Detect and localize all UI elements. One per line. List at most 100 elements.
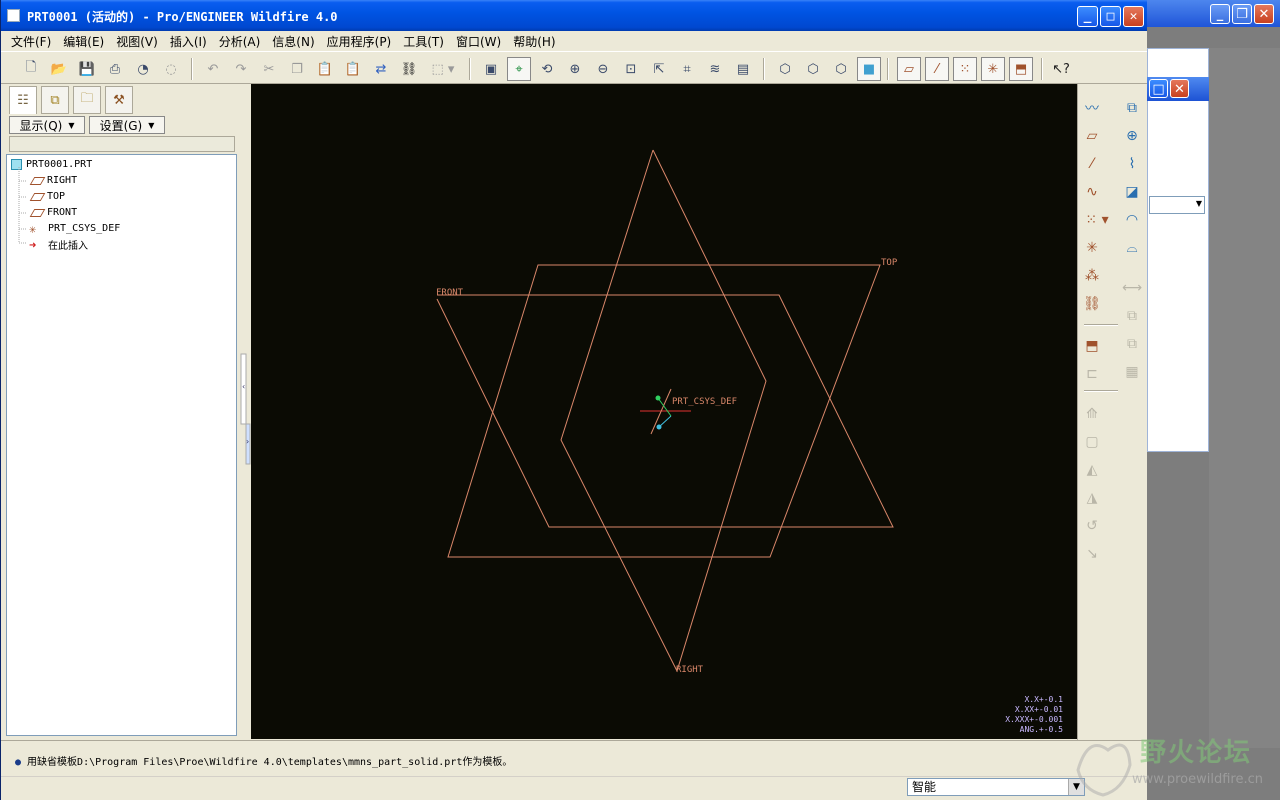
select-box-icon[interactable]: ⬚ ▾: [425, 57, 461, 81]
menu-edit[interactable]: 编辑(E): [57, 33, 110, 50]
menu-help[interactable]: 帮助(H): [507, 33, 561, 50]
app-icon: [7, 9, 20, 22]
regenerate-icon[interactable]: ⇄: [369, 57, 393, 81]
view-manager-icon[interactable]: ▤: [731, 57, 755, 81]
hidden-line-icon[interactable]: ⬡: [801, 57, 825, 81]
csys-glyph: [640, 388, 691, 435]
menu-tools[interactable]: 工具(T): [397, 33, 450, 50]
edge-chamfer-icon[interactable]: ↘: [1080, 542, 1104, 566]
menu-insert[interactable]: 插入(I): [164, 33, 213, 50]
panel-splitter[interactable]: ‹ ›: [239, 84, 251, 740]
close-button[interactable]: ✕: [1123, 6, 1144, 27]
spin-center-icon[interactable]: ⌖: [507, 57, 531, 81]
main-toolbar: 🗋 📂 💾 ⎙ ◔ ◌ ↶ ↷ ✂ ❐ 📋 📋 ⇄ ⛓ ⬚ ▾ ▣ ⌖ ⟲ ⊕ …: [1, 51, 1147, 84]
print-icon[interactable]: ⎙: [103, 57, 127, 81]
datum-axis-tool-icon[interactable]: ⁄: [1080, 152, 1104, 176]
mirror-icon[interactable]: ⟷: [1120, 276, 1144, 300]
model-tree-icon[interactable]: ☷: [9, 86, 37, 114]
datum-point-tool-icon[interactable]: ⁙ ▾: [1080, 208, 1114, 232]
graphics-window[interactable]: FRONT TOP RIGHT PRT_CSYS_DEF X.X+-0.1 X.…: [251, 84, 1077, 739]
no-hidden-icon[interactable]: ⬡: [829, 57, 853, 81]
layers-icon[interactable]: ≋: [703, 57, 727, 81]
front-label: FRONT: [436, 288, 464, 298]
sketch-icon[interactable]: 〰: [1080, 96, 1104, 120]
trim-icon[interactable]: ⧉: [1120, 332, 1144, 356]
sweep-icon[interactable]: ⌇: [1120, 152, 1144, 176]
merge-icon[interactable]: ⧉: [1120, 304, 1144, 328]
paste-special-icon[interactable]: 📋: [341, 57, 365, 81]
reorient-icon[interactable]: ⇱: [647, 57, 671, 81]
datum-points-icon[interactable]: ⁙: [953, 57, 977, 81]
datum-curve-icon[interactable]: ∿: [1080, 180, 1104, 204]
draft-icon[interactable]: ◮: [1080, 486, 1104, 510]
tree-item-csys[interactable]: ✳ PRT_CSYS_DEF: [29, 221, 120, 236]
tree-item-insert-here[interactable]: ➜ 在此插入: [29, 237, 88, 253]
folder-browser-icon[interactable]: 🗀: [73, 86, 101, 114]
repaint-icon[interactable]: ▣: [479, 57, 503, 81]
status-bar: 智能 ▼: [1, 776, 1147, 800]
revolve-icon[interactable]: ⊕: [1120, 124, 1144, 148]
cut-icon[interactable]: ✂: [257, 57, 281, 81]
save-icon[interactable]: 💾: [75, 57, 99, 81]
shell-icon[interactable]: ▢: [1080, 430, 1104, 454]
round-icon[interactable]: ◠: [1120, 208, 1144, 232]
bg-close-button[interactable]: ✕: [1254, 4, 1274, 24]
datum-planes-icon[interactable]: ▱: [897, 57, 921, 81]
open-icon[interactable]: 📂: [47, 57, 71, 81]
send-icon[interactable]: ◔: [131, 57, 155, 81]
copy-icon[interactable]: ❐: [285, 57, 309, 81]
orient-icon[interactable]: ⟲: [535, 57, 559, 81]
zoom-out-icon[interactable]: ⊖: [591, 57, 615, 81]
grid-pattern-icon[interactable]: ▦: [1120, 360, 1144, 384]
minimize-button[interactable]: _: [1077, 6, 1098, 27]
menu-analysis[interactable]: 分析(A): [213, 33, 267, 50]
model-tree: PRT0001.PRT RIGHT TOP FRONT ✳ PRT_CSYS_D…: [6, 154, 237, 736]
dialog-restore-button[interactable]: □: [1149, 79, 1168, 98]
datum-plane-tool-icon[interactable]: ▱: [1080, 124, 1104, 148]
selection-filter[interactable]: 智能 ▼: [907, 778, 1085, 796]
bg-minimize-button[interactable]: _: [1210, 4, 1230, 24]
annotations-icon[interactable]: ⬒: [1009, 57, 1033, 81]
menu-file[interactable]: 文件(F): [5, 33, 57, 50]
undo-icon[interactable]: ↶: [201, 57, 225, 81]
refit-icon[interactable]: ⊡: [619, 57, 643, 81]
show-dropdown[interactable]: 显示(Q) ▼: [9, 116, 85, 134]
menu-info[interactable]: 信息(N): [266, 33, 320, 50]
csys-icon[interactable]: ✳: [981, 57, 1005, 81]
menu-applications[interactable]: 应用程序(P): [321, 33, 398, 50]
chamfer-icon[interactable]: ⌓: [1120, 236, 1144, 260]
shading-icon[interactable]: ■: [857, 57, 881, 81]
hole-icon[interactable]: ⧉: [1120, 96, 1144, 120]
saved-views-icon[interactable]: ⌗: [675, 57, 699, 81]
background-dropdown[interactable]: ▼: [1149, 196, 1205, 214]
blend-icon[interactable]: ◪: [1120, 180, 1144, 204]
rib-icon[interactable]: ◭: [1080, 458, 1104, 482]
tree-item-label: RIGHT: [47, 175, 78, 186]
email-icon[interactable]: ◌: [159, 57, 183, 81]
new-icon[interactable]: 🗋: [19, 57, 43, 81]
menu-view[interactable]: 视图(V): [110, 33, 164, 50]
context-help-icon[interactable]: ↖?: [1049, 57, 1073, 81]
layer-tree-icon[interactable]: ⧉: [41, 86, 69, 114]
zoom-in-icon[interactable]: ⊕: [563, 57, 587, 81]
settings-dropdown[interactable]: 设置(G) ▼: [89, 116, 165, 134]
menu-window[interactable]: 窗口(W): [450, 33, 507, 50]
redo-icon[interactable]: ↷: [229, 57, 253, 81]
favorites-icon[interactable]: ⚒: [105, 86, 133, 114]
csys-tool-icon[interactable]: ✳: [1080, 236, 1104, 260]
dialog-close-button[interactable]: ✕: [1170, 79, 1189, 98]
datum-axes-icon[interactable]: ⁄: [925, 57, 949, 81]
extrude-icon[interactable]: ⟰: [1080, 402, 1104, 426]
background-gray-area: [1209, 48, 1280, 748]
navigator-panel: ☷ ⧉ 🗀 ⚒ 显示(Q) ▼ 设置(G) ▼ PRT0001.PRT RIGHT …: [1, 84, 251, 740]
bg-restore-button[interactable]: ❐: [1232, 4, 1252, 24]
paste-icon[interactable]: 📋: [313, 57, 337, 81]
analysis-feature-icon[interactable]: ⁂: [1080, 264, 1104, 288]
wireframe-icon[interactable]: ⬡: [773, 57, 797, 81]
find-icon[interactable]: ⛓: [397, 57, 421, 81]
copy-feature-icon[interactable]: ⬒: [1080, 334, 1104, 358]
maximize-button[interactable]: □: [1100, 6, 1121, 27]
chain-icon[interactable]: ⛓: [1080, 292, 1104, 316]
edge-round-icon[interactable]: ↺: [1080, 514, 1104, 538]
pattern-icon[interactable]: ⊏: [1080, 362, 1104, 386]
